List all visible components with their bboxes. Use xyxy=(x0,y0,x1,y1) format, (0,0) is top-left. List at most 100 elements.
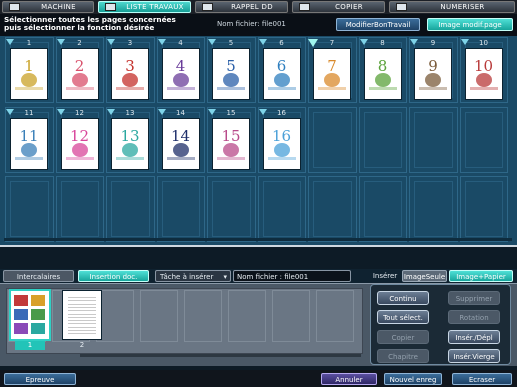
text-line xyxy=(68,333,96,335)
page-illustration-base xyxy=(267,87,296,90)
page-marker-icon[interactable] xyxy=(157,109,166,115)
photo-block xyxy=(31,323,45,334)
page-illustration-base xyxy=(166,157,195,160)
insert-scrollbar[interactable] xyxy=(80,354,361,357)
page-marker-icon[interactable] xyxy=(208,109,216,115)
photo-block xyxy=(31,295,45,306)
insert-doc-thumbnail[interactable] xyxy=(11,291,49,339)
tab-numeriser-label: NUMERISER xyxy=(440,3,485,11)
tab-copier[interactable]: COPIER xyxy=(292,1,385,13)
insert-page-slot xyxy=(272,290,310,342)
text-line xyxy=(68,326,96,328)
insert-doc-thumbnail[interactable] xyxy=(63,291,101,339)
page-slot xyxy=(358,107,407,173)
page-illustration xyxy=(122,143,138,157)
page-marker-icon[interactable] xyxy=(258,109,267,115)
page-thumbnail[interactable]: 7 xyxy=(314,49,350,99)
tab-machine-label: MACHINE xyxy=(41,3,76,11)
page-number: 11 xyxy=(24,109,34,117)
insert-page-slot xyxy=(140,290,178,342)
page-thumbnail[interactable]: 8 xyxy=(364,49,401,99)
page-thumbnail[interactable]: 15 xyxy=(213,119,249,169)
selected-page-marker-icon[interactable] xyxy=(308,39,318,47)
page-thumbnail[interactable]: 9 xyxy=(415,49,451,99)
task-to-insert-label: Tâche à insérer xyxy=(160,273,214,281)
page-illustration-base xyxy=(116,87,144,90)
page-marker-icon[interactable] xyxy=(6,39,14,45)
page-marker-icon[interactable] xyxy=(6,109,14,115)
image-modify-page-button[interactable]: Image modif.page xyxy=(427,18,513,31)
page-thumbnail[interactable]: 4 xyxy=(162,49,199,99)
tab-machine[interactable]: MACHINE xyxy=(2,1,94,13)
page-thumbnail[interactable]: 10 xyxy=(465,49,502,99)
copy-icon xyxy=(299,3,310,11)
page-marker-icon[interactable] xyxy=(410,39,418,45)
proof-button[interactable]: Epreuve xyxy=(4,373,76,385)
page-thumbnail[interactable]: 1 xyxy=(11,49,47,99)
page-number: 6 xyxy=(279,39,284,47)
continu-button[interactable]: Continu xyxy=(377,291,429,305)
select-all-button[interactable]: Tout sélect. xyxy=(377,310,429,324)
page-marker-icon[interactable] xyxy=(359,39,368,45)
page-thumbnail[interactable]: 16 xyxy=(263,119,300,169)
page-illustration-base xyxy=(217,157,245,160)
image-only-toggle[interactable]: ImageSeule xyxy=(402,270,447,282)
tab-insertion-doc[interactable]: Insertion doc. xyxy=(78,270,149,282)
page-thumbnail[interactable]: 12 xyxy=(61,119,98,169)
page-illustration-base xyxy=(15,87,43,90)
tab-intercalaires[interactable]: Intercalaires xyxy=(3,270,74,282)
page-slot xyxy=(409,107,458,173)
page-slot xyxy=(156,176,205,242)
page-scrollbar[interactable] xyxy=(4,238,512,241)
page-number: 2 xyxy=(77,39,82,47)
page-illustration-base xyxy=(318,87,346,90)
page-thumbnail[interactable]: 6 xyxy=(263,49,300,99)
page-marker-icon[interactable] xyxy=(107,109,115,115)
copier-button[interactable]: Copier xyxy=(377,330,429,344)
page-marker-icon[interactable] xyxy=(258,39,267,45)
modify-job-button[interactable]: ModifierBonTravail xyxy=(336,18,420,31)
tab-numeriser[interactable]: NUMERISER xyxy=(389,1,515,13)
insert-move-button[interactable]: Insér./Dépl xyxy=(448,330,500,344)
tab-rappel-dd[interactable]: RAPPEL DD xyxy=(195,1,288,13)
page-illustration-base xyxy=(116,157,144,160)
new-save-button[interactable]: Nouvel enreg xyxy=(384,373,442,385)
insert-blank-button[interactable]: Insér.Vierge xyxy=(448,349,500,363)
page-number: 7 xyxy=(329,39,335,47)
chapitre-button[interactable]: Chapitre xyxy=(377,349,429,363)
task-to-insert-dropdown[interactable]: Tâche à insérer ▾ xyxy=(155,270,231,282)
insert-page-slot xyxy=(228,290,266,342)
page-marker-icon[interactable] xyxy=(107,39,115,45)
page-thumbnail[interactable]: 13 xyxy=(112,119,148,169)
page-thumbnail[interactable]: 11 xyxy=(11,119,47,169)
page-marker-icon[interactable] xyxy=(157,39,166,45)
page-thumbnail[interactable]: 2 xyxy=(61,49,98,99)
page-slot xyxy=(5,176,54,242)
photo-block xyxy=(14,323,28,334)
page-thumbnail[interactable]: 14 xyxy=(162,119,199,169)
page-marker-icon[interactable] xyxy=(208,39,216,45)
overwrite-button[interactable]: Ecraser xyxy=(452,373,512,385)
tab-liste-travaux[interactable]: LISTE TRAVAUX xyxy=(98,1,191,13)
page-slot xyxy=(459,176,508,242)
page-marker-icon[interactable] xyxy=(56,39,65,45)
photo-block xyxy=(14,295,28,306)
tab-rappel-dd-label: RAPPEL DD xyxy=(231,3,273,11)
page-illustration-base xyxy=(65,157,94,160)
page-slot xyxy=(106,176,155,242)
insert-page-slot xyxy=(96,290,134,342)
page-number: 13 xyxy=(125,109,135,117)
page-illustration-base xyxy=(65,87,94,90)
cancel-button[interactable]: Annuler xyxy=(321,373,377,385)
page-marker-icon[interactable] xyxy=(460,39,469,45)
page-illustration xyxy=(273,73,290,87)
page-thumbnail[interactable]: 5 xyxy=(213,49,249,99)
page-thumbnail[interactable]: 3 xyxy=(112,49,148,99)
supprimer-button[interactable]: Supprimer xyxy=(448,291,500,305)
image-plus-paper-toggle[interactable]: Image+Papier xyxy=(449,270,513,282)
rotation-button[interactable]: Rotation xyxy=(448,310,500,324)
page-marker-icon[interactable] xyxy=(56,109,65,115)
text-line xyxy=(68,323,96,325)
page-illustration xyxy=(21,143,37,157)
job-list-icon xyxy=(105,3,116,11)
